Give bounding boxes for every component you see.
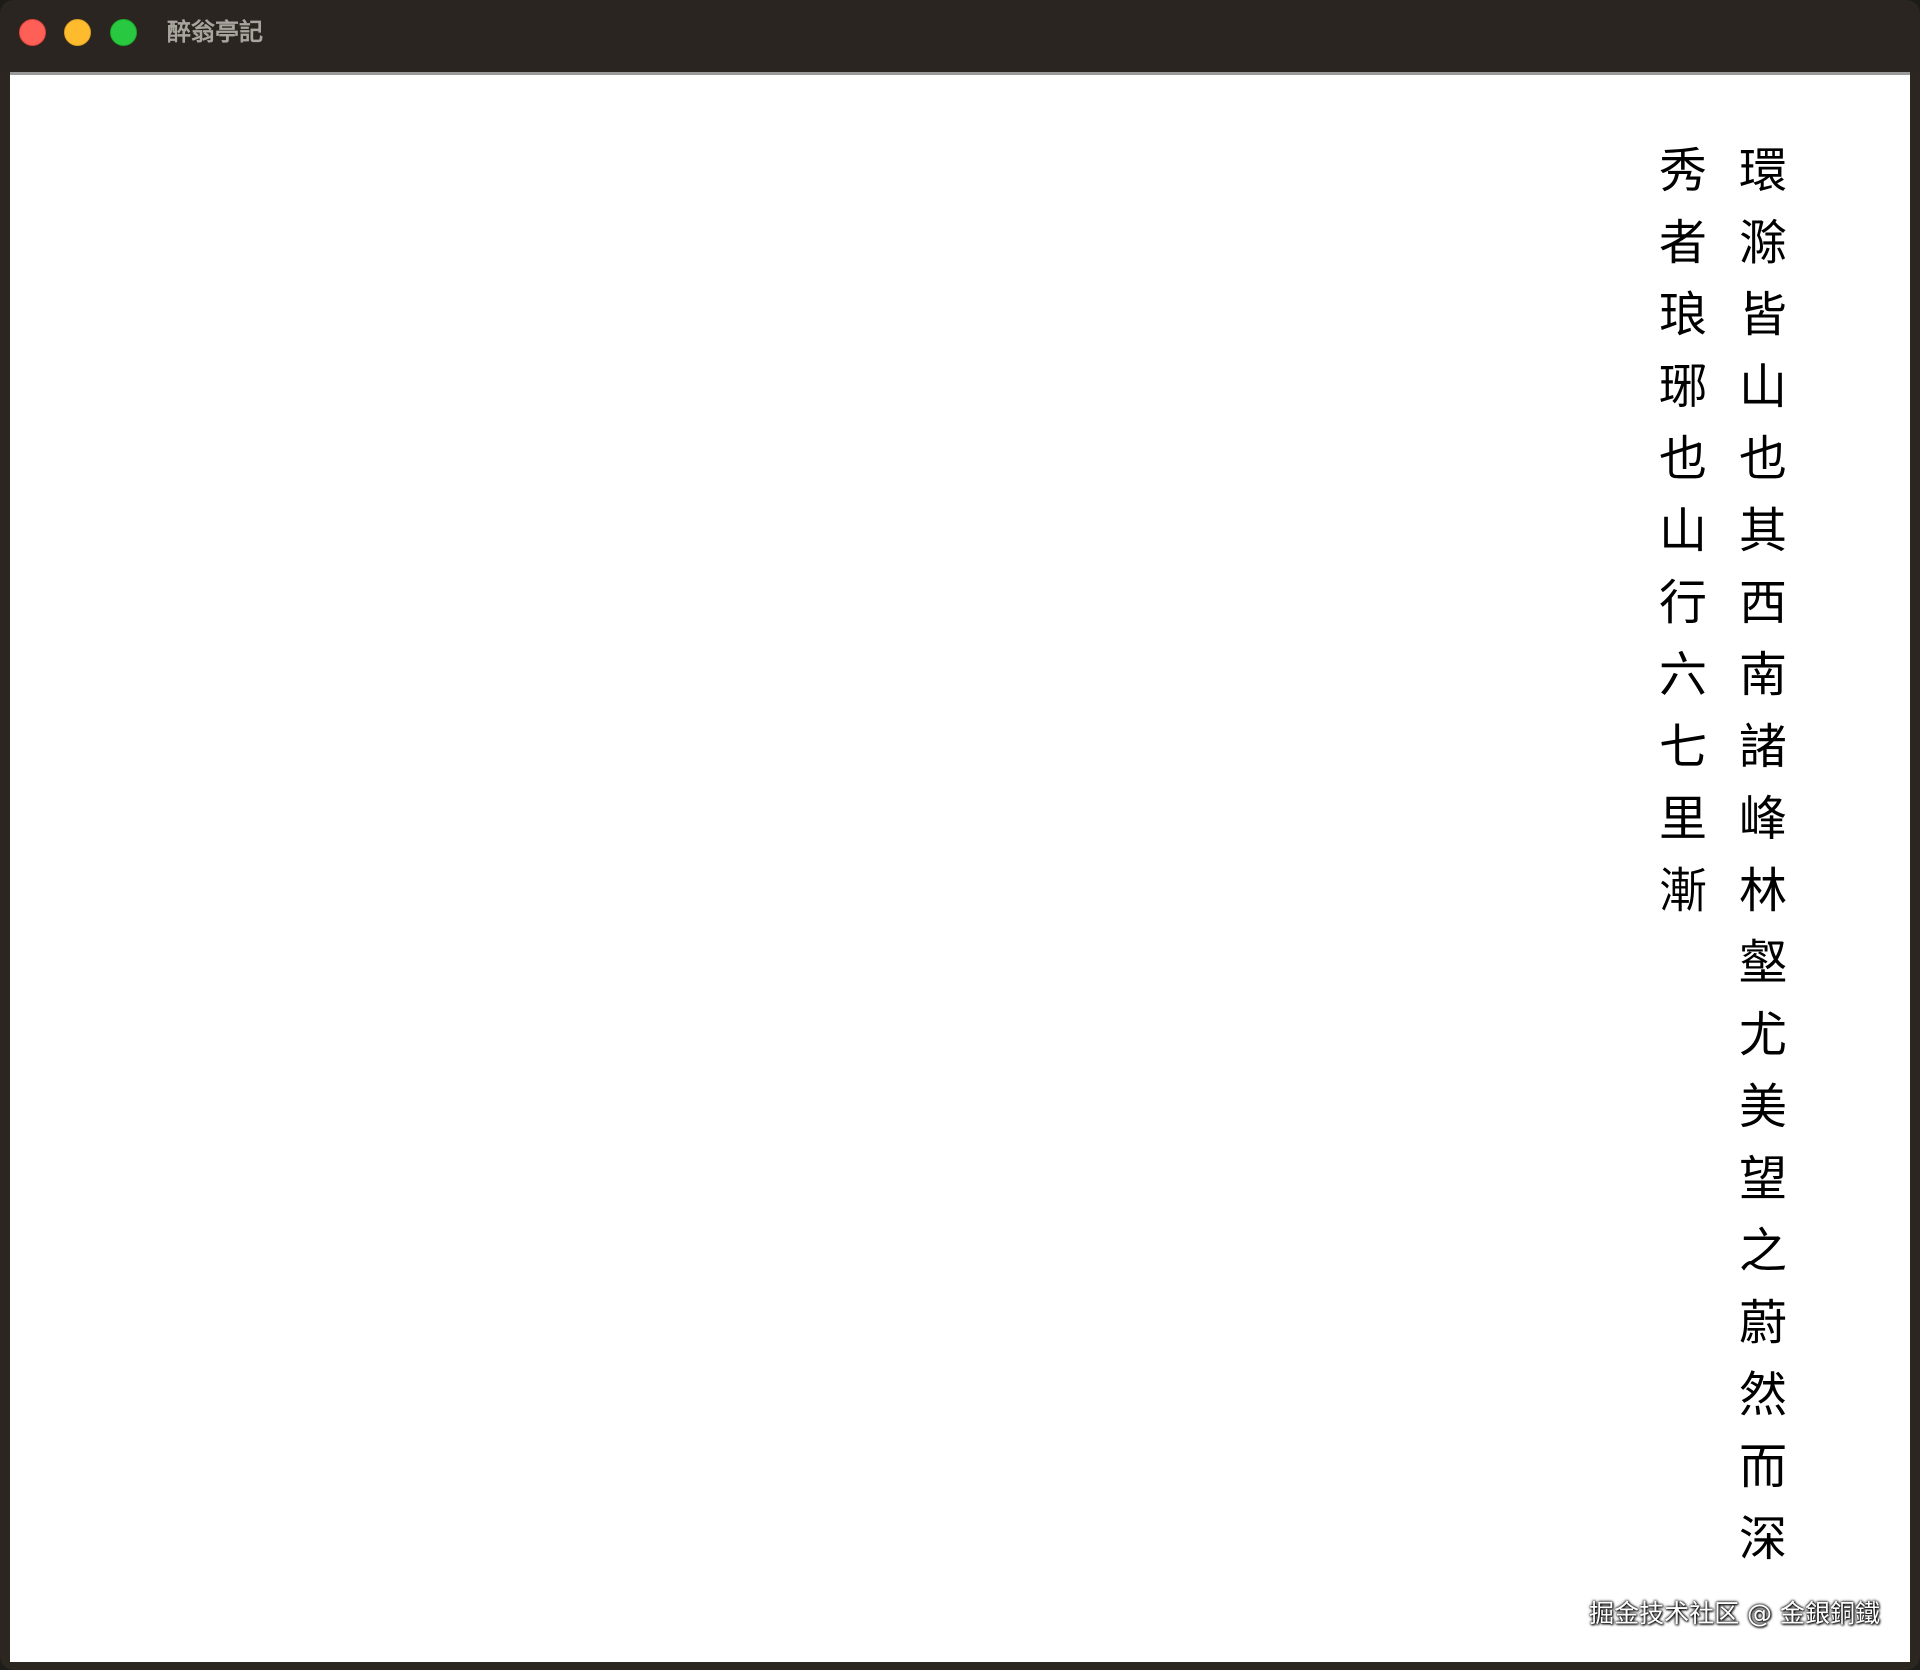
minimize-window-button[interactable] — [64, 19, 91, 46]
app-window: 醉翁亭記 環滁皆山也其西南諸峰林壑尤美望之蔚然而深 秀者琅琊也山行六七里漸 掘金… — [0, 0, 1920, 1670]
title-bar[interactable]: 醉翁亭記 — [0, 0, 1920, 72]
vertical-text-block: 環滁皆山也其西南諸峰林壑尤美望之蔚然而深 秀者琅琊也山行六七里漸 — [1638, 145, 1798, 1645]
close-window-button[interactable] — [19, 19, 46, 46]
text-line: 環滁皆山也其西南諸峰林壑尤美望之蔚然而深 — [1730, 145, 1786, 1585]
window-title: 醉翁亭記 — [167, 18, 263, 46]
watermark: 掘金技术社区 @ 金銀銅鐵 — [1589, 1599, 1880, 1628]
text-line: 秀者琅琊也山行六七里漸 — [1650, 145, 1706, 937]
maximize-window-button[interactable] — [110, 19, 137, 46]
content-area: 環滁皆山也其西南諸峰林壑尤美望之蔚然而深 秀者琅琊也山行六七里漸 掘金技术社区 … — [10, 72, 1910, 1662]
